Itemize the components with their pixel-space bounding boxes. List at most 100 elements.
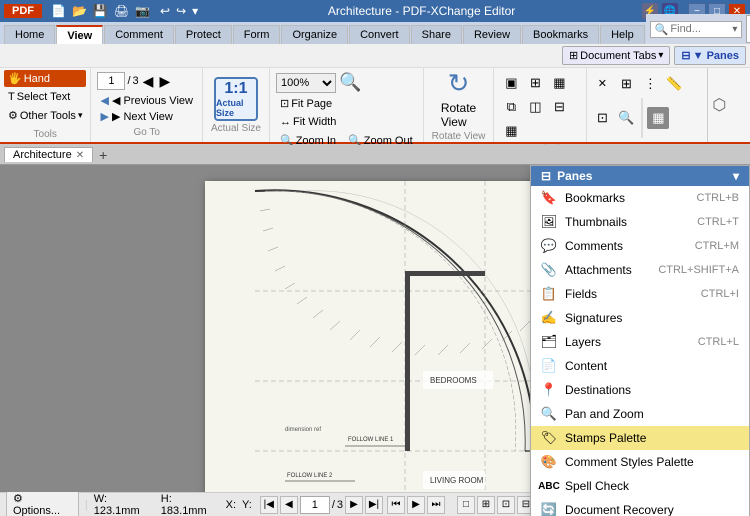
continuous-btn[interactable]: ⧉ bbox=[500, 96, 522, 118]
tab-help[interactable]: Help bbox=[600, 25, 645, 44]
page-layout-2[interactable]: ⊞ bbox=[477, 496, 495, 514]
menu-item-bookmarks[interactable]: 🔖 Bookmarks CTRL+B bbox=[531, 186, 749, 210]
menu-item-stamps[interactable]: 🏷 Stamps Palette bbox=[531, 426, 749, 450]
qa-redo[interactable]: ↪ bbox=[173, 4, 189, 18]
zoom-select[interactable]: 100% 50% 75% 125% 150% 200% bbox=[276, 73, 336, 93]
menu-item-comment-styles[interactable]: 🎨 Comment Styles Palette bbox=[531, 450, 749, 474]
previous-view-button[interactable]: ◀ ◀ Previous View bbox=[97, 93, 195, 108]
pan-zoom-icon: 🔍 bbox=[541, 406, 557, 422]
single-page-btn[interactable]: ▣ bbox=[500, 72, 522, 94]
search-bar[interactable]: 🔍 Search . ▾ bbox=[746, 15, 750, 43]
tab-review[interactable]: Review bbox=[463, 25, 521, 44]
actual-size-label: Actual Size bbox=[216, 98, 256, 118]
signatures-label: Signatures bbox=[565, 311, 731, 325]
tab-bookmarks[interactable]: Bookmarks bbox=[522, 25, 599, 44]
qa-undo[interactable]: ↩ bbox=[157, 4, 173, 18]
select-text-icon: T bbox=[8, 91, 15, 103]
menu-item-content[interactable]: 📄 Content bbox=[531, 354, 749, 378]
thumbnails-icon: 🖼 bbox=[541, 214, 557, 230]
tab-home[interactable]: Home bbox=[4, 25, 55, 44]
find-dropdown-icon[interactable]: ▾ bbox=[732, 24, 737, 35]
rotate-button[interactable]: ↻ bbox=[448, 68, 470, 99]
qa-print[interactable]: 🖨 bbox=[111, 4, 132, 18]
tab-comment[interactable]: Comment bbox=[104, 25, 174, 44]
next-page-btn[interactable]: ▶ bbox=[345, 496, 363, 514]
play-btn[interactable]: ▶ bbox=[407, 496, 425, 514]
facing-btn[interactable]: ▦ bbox=[548, 72, 570, 94]
qa-open[interactable]: 📂 bbox=[69, 4, 90, 18]
other-tools-button[interactable]: ⚙ Other Tools ▾ bbox=[4, 107, 86, 124]
page-nav-left[interactable]: ◀ bbox=[141, 73, 156, 90]
comments-label: Comments bbox=[565, 239, 687, 253]
zoom-magnifier-icon[interactable]: 🔍 bbox=[339, 72, 361, 93]
qa-save[interactable]: 💾 bbox=[90, 4, 111, 18]
menu-item-comments[interactable]: 💬 Comments CTRL+M bbox=[531, 234, 749, 258]
qa-scan[interactable]: 📷 bbox=[132, 4, 153, 18]
marquee-tool[interactable]: ⊡ bbox=[591, 107, 613, 129]
tab-view[interactable]: View bbox=[56, 25, 103, 44]
prev-page-btn[interactable]: ◀ bbox=[280, 496, 298, 514]
expand-pane-icon[interactable]: ⬡ bbox=[712, 95, 726, 115]
doc-tab-architecture[interactable]: Architecture ✕ bbox=[4, 147, 93, 162]
tab-share[interactable]: Share bbox=[411, 25, 462, 44]
tab-organize[interactable]: Organize bbox=[281, 25, 348, 44]
doc-tab-close[interactable]: ✕ bbox=[76, 150, 84, 161]
first-page-btn[interactable]: |◀ bbox=[260, 496, 278, 514]
hand-tool-button[interactable]: 🖐 Hand bbox=[4, 70, 86, 87]
options-button[interactable]: ⚙ Options... bbox=[6, 490, 79, 516]
doc-tabs-icon: ⊞ bbox=[569, 49, 578, 62]
tab-convert[interactable]: Convert bbox=[349, 25, 410, 44]
panes-button[interactable]: ⊟ ▼ Panes bbox=[674, 46, 746, 65]
split-btn[interactable]: ⊟ bbox=[548, 96, 570, 118]
menu-item-destinations[interactable]: 📍 Destinations bbox=[531, 378, 749, 402]
actual-size-icon: 1:1 bbox=[224, 80, 247, 98]
last-page-btn[interactable]: ▶| bbox=[365, 496, 383, 514]
actual-size-button[interactable]: 1:1 Actual Size bbox=[214, 77, 258, 121]
menu-item-spell[interactable]: ABC Spell Check bbox=[531, 474, 749, 492]
tab-form[interactable]: Form bbox=[233, 25, 281, 44]
fields-shortcut: CTRL+I bbox=[701, 288, 739, 300]
rotate-view-button[interactable]: RotateView bbox=[441, 101, 476, 129]
comments-icon: 💬 bbox=[541, 238, 557, 254]
comment-styles-icon: 🎨 bbox=[541, 454, 557, 470]
spread-btn[interactable]: ▦ bbox=[500, 120, 522, 142]
cont-facing-btn[interactable]: ◫ bbox=[524, 96, 546, 118]
find-bar[interactable]: 🔍 ▾ bbox=[650, 21, 743, 38]
menu-item-signatures[interactable]: ✍ Signatures bbox=[531, 306, 749, 330]
forward-btn[interactable]: ⏭ bbox=[427, 496, 445, 514]
qa-new[interactable]: 📄 bbox=[48, 4, 69, 18]
two-page-btn[interactable]: ⊞ bbox=[524, 72, 546, 94]
grid-tool[interactable]: ⊞ bbox=[615, 73, 637, 95]
page-nav-right[interactable]: ▶ bbox=[157, 73, 172, 90]
qa-more[interactable]: ▾ bbox=[189, 4, 201, 18]
checker-tool[interactable]: ▦ bbox=[647, 107, 669, 129]
page-layout-1[interactable]: □ bbox=[457, 496, 475, 514]
select-text-button[interactable]: T Select Text bbox=[4, 89, 86, 105]
menu-item-attachments[interactable]: 📎 Attachments CTRL+SHIFT+A bbox=[531, 258, 749, 282]
menu-item-thumbnails[interactable]: 🖼 Thumbnails CTRL+T bbox=[531, 210, 749, 234]
prev-view-icon: ◀ bbox=[100, 94, 108, 107]
cursor-tool[interactable]: ✕ bbox=[591, 73, 613, 95]
next-view-button[interactable]: ▶ ▶ Next View bbox=[97, 109, 195, 124]
fit-page-button[interactable]: ⊡ Fit Page bbox=[276, 95, 417, 112]
menu-item-fields[interactable]: 📋 Fields CTRL+I bbox=[531, 282, 749, 306]
page-of: / bbox=[332, 499, 335, 511]
page-number-input[interactable] bbox=[97, 72, 125, 90]
page-layout-3[interactable]: ⊡ bbox=[497, 496, 515, 514]
fit-page-label: Fit Page bbox=[291, 98, 332, 110]
destinations-label: Destinations bbox=[565, 383, 731, 397]
menu-item-layers[interactable]: 🗂 Layers CTRL+L bbox=[531, 330, 749, 354]
actual-size-group-label: Actual Size bbox=[211, 123, 261, 134]
new-tab-button[interactable]: + bbox=[93, 146, 113, 164]
other-tools-icon: ⚙ bbox=[8, 109, 18, 122]
tab-protect[interactable]: Protect bbox=[175, 25, 232, 44]
ruler-tool[interactable]: 📏 bbox=[663, 73, 685, 95]
find-input[interactable] bbox=[670, 23, 730, 35]
document-tabs-button[interactable]: ⊞ Document Tabs ▾ bbox=[562, 46, 670, 65]
page-input-status[interactable] bbox=[300, 496, 330, 514]
rewind-btn[interactable]: ⏮ bbox=[387, 496, 405, 514]
fit-width-button[interactable]: ↔ Fit Width bbox=[276, 114, 417, 130]
loupe-tool[interactable]: 🔍 bbox=[615, 107, 637, 129]
menu-item-pan-zoom[interactable]: 🔍 Pan and Zoom bbox=[531, 402, 749, 426]
cols-tool[interactable]: ⋮ bbox=[639, 73, 661, 95]
